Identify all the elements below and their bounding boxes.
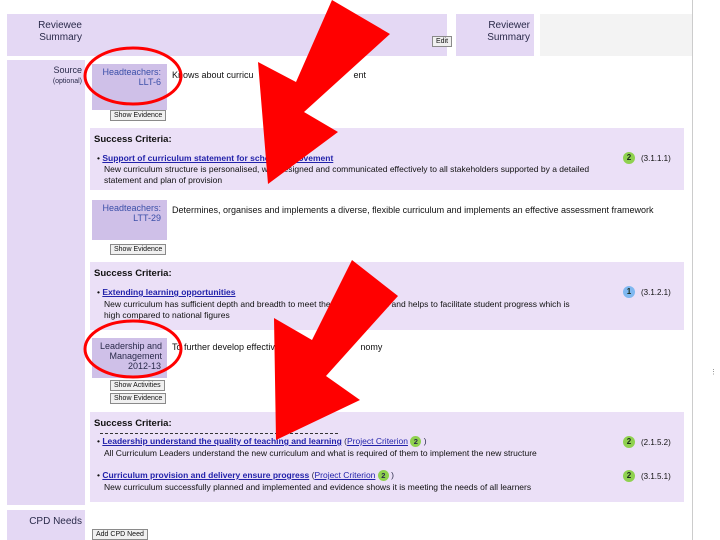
red-arrow-icon bbox=[258, 0, 390, 184]
red-circle-icon bbox=[83, 46, 183, 106]
annotation-overlay bbox=[83, 0, 398, 440]
red-arrow-icon bbox=[274, 260, 398, 440]
red-circle-icon bbox=[83, 319, 183, 379]
